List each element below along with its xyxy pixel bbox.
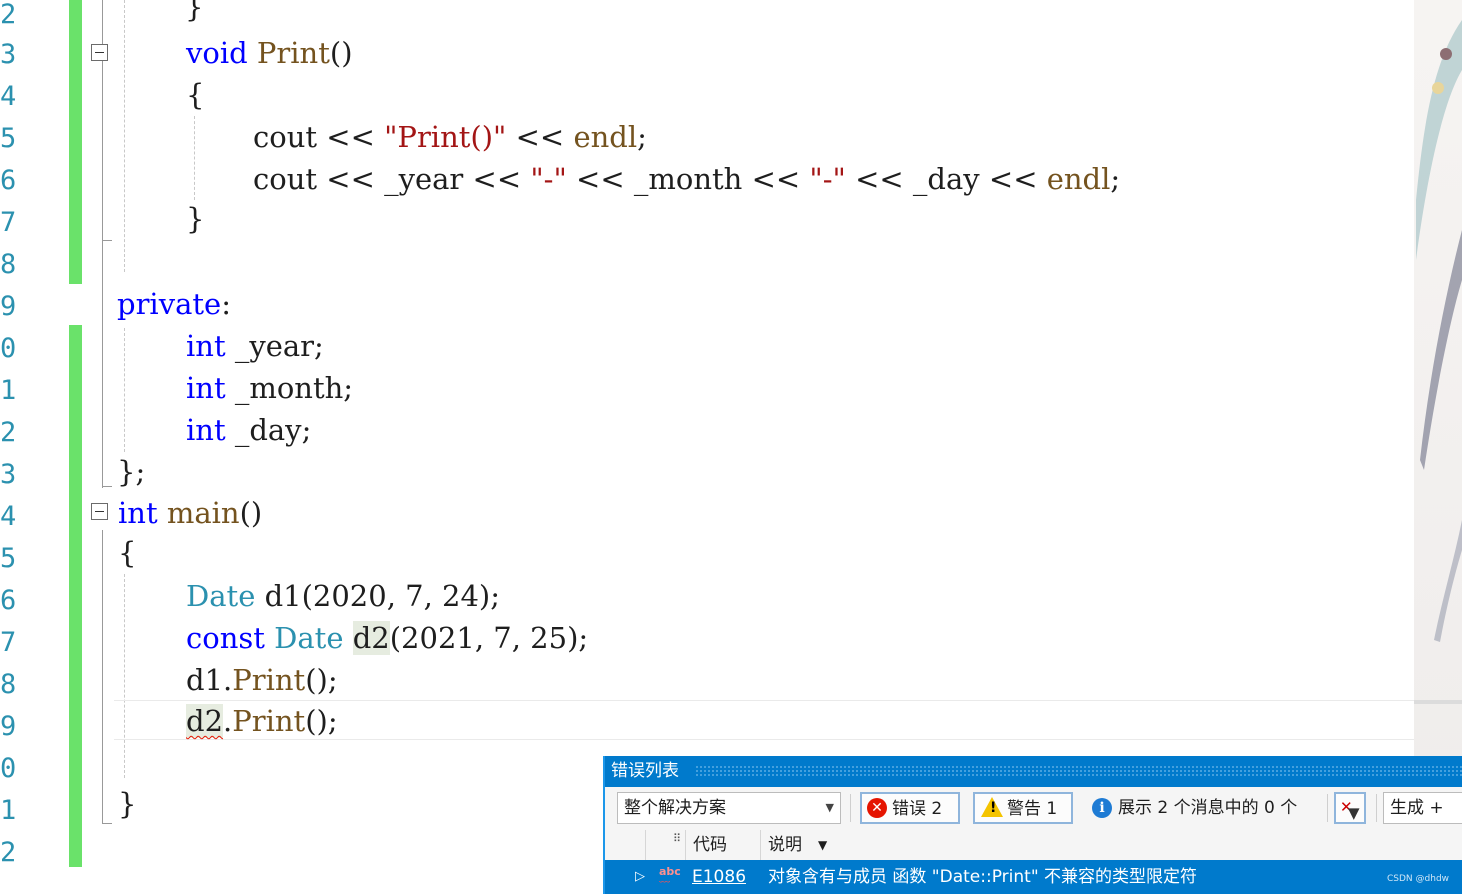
code-line: } — [186, 202, 205, 236]
toolbar-separator — [1327, 794, 1328, 822]
titlebar-grip — [695, 765, 1462, 777]
indent-guide — [194, 116, 195, 200]
code-line: } — [118, 787, 137, 821]
chevron-down-icon: ▼ — [825, 801, 834, 814]
toolbar-separator — [850, 794, 851, 822]
warning-icon-mark: ! — [990, 800, 997, 816]
messages-count-label: 展示 2 个消息中的 0 个 — [1118, 798, 1298, 818]
column-sort-icon: ⠿ — [673, 832, 682, 845]
chevron-down-icon[interactable]: ▼ — [818, 830, 827, 860]
error-icon: ✕ — [867, 798, 887, 818]
line-number: 3 — [0, 39, 17, 70]
outline-line — [102, 0, 103, 488]
line-number: 2 — [0, 837, 17, 868]
line-number: 6 — [0, 585, 17, 616]
build-source-dropdown[interactable]: 生成 + In — [1383, 792, 1462, 824]
line-number: 2 — [0, 417, 17, 448]
line-number: 0 — [0, 753, 17, 784]
code-line: int _day; — [186, 413, 312, 447]
scope-dropdown-value: 整个解决方案 — [624, 798, 726, 818]
code-line: d1.Print(); — [186, 663, 338, 697]
column-header-description[interactable]: 说明 — [768, 830, 802, 860]
code-line: int _year; — [186, 329, 324, 363]
line-number: 1 — [0, 375, 17, 406]
line-number: 5 — [0, 543, 17, 574]
error-row[interactable]: ▷ abc ﹏ E1086 对象含有与成员 函数 "Date::Print" 不… — [605, 860, 1462, 894]
line-number: 6 — [0, 165, 17, 196]
line-number: 4 — [0, 501, 17, 532]
watermark: CSDN @dhdw — [1387, 874, 1450, 884]
outline-end — [102, 823, 112, 824]
code-line: const Date d2(2021, 7, 25); — [186, 621, 589, 655]
line-number: 7 — [0, 207, 17, 238]
line-number: 9 — [0, 711, 17, 742]
line-number: 1 — [0, 795, 17, 826]
indent-guide — [124, 328, 125, 452]
code-line: { — [186, 78, 205, 112]
error-list-title: 错误列表 — [611, 761, 679, 781]
change-indicator — [69, 325, 82, 867]
build-source-value: 生成 + In — [1390, 798, 1444, 818]
error-code-link[interactable]: E1086 — [692, 860, 746, 894]
code-line: { — [118, 536, 137, 570]
indent-guide — [124, 574, 125, 778]
warnings-count-label: 警告 1 — [1007, 799, 1058, 819]
line-number: 8 — [0, 249, 17, 280]
error-list-header: ⠿ 代码 说明 ▼ — [605, 830, 1462, 860]
warnings-filter-button[interactable]: ! 警告 1 — [973, 792, 1073, 824]
code-line: cout << "Print()" << endl; — [253, 120, 647, 154]
line-number: 4 — [0, 81, 17, 112]
toolbar-separator — [1376, 794, 1377, 822]
errors-count-label: 错误 2 — [892, 799, 943, 819]
line-number: 0 — [0, 333, 17, 364]
clear-filter-button[interactable]: ✕ ▼ — [1334, 792, 1366, 824]
line-number: 2 — [0, 0, 17, 30]
intellisense-squiggle-icon: ﹏ — [659, 871, 670, 884]
column-divider — [760, 830, 761, 860]
code-line: d2.Print(); — [186, 704, 338, 738]
errors-filter-button[interactable]: ✕ 错误 2 — [860, 792, 960, 824]
error-description: 对象含有与成员 函数 "Date::Print" 不兼容的类型限定符 — [768, 867, 1198, 887]
indent-guide — [124, 0, 125, 272]
column-divider — [685, 830, 686, 860]
code-line: void Print() — [186, 36, 353, 70]
code-line: cout << _year << "-" << _month << "-" <<… — [253, 162, 1121, 196]
error-list-panel: 错误列表 整个解决方案 ▼ ✕ 错误 2 ! 警告 1 i 展示 2 个消息中的… — [603, 756, 1462, 894]
expand-row-icon[interactable]: ▷ — [635, 860, 645, 894]
line-number: 5 — [0, 123, 17, 154]
line-number: 3 — [0, 459, 17, 490]
outline-end — [102, 240, 112, 241]
scope-dropdown[interactable]: 整个解决方案 ▼ — [617, 792, 841, 824]
column-header-code[interactable]: 代码 — [693, 830, 727, 860]
messages-filter-button[interactable]: i 展示 2 个消息中的 0 个 — [1083, 792, 1325, 824]
line-number: 8 — [0, 669, 17, 700]
code-line: } — [185, 0, 204, 24]
error-list-titlebar[interactable]: 错误列表 — [605, 756, 1462, 787]
info-icon: i — [1092, 798, 1112, 818]
code-line: private: — [117, 287, 231, 321]
line-number: 7 — [0, 627, 17, 658]
outline-end — [102, 486, 112, 487]
column-divider — [645, 830, 646, 860]
change-indicator — [69, 0, 82, 284]
filter-icon: ▼ — [1348, 804, 1360, 822]
code-line: int _month; — [186, 371, 354, 405]
outline-line — [102, 530, 103, 824]
collapse-toggle-icon[interactable] — [91, 44, 108, 61]
line-number: 9 — [0, 291, 17, 322]
code-line: Date d1(2020, 7, 24); — [186, 579, 501, 613]
collapse-toggle-icon[interactable] — [91, 503, 108, 520]
error-squiggle: d2 — [186, 704, 224, 738]
code-line: }; — [117, 455, 146, 489]
code-line: int main() — [118, 496, 263, 530]
